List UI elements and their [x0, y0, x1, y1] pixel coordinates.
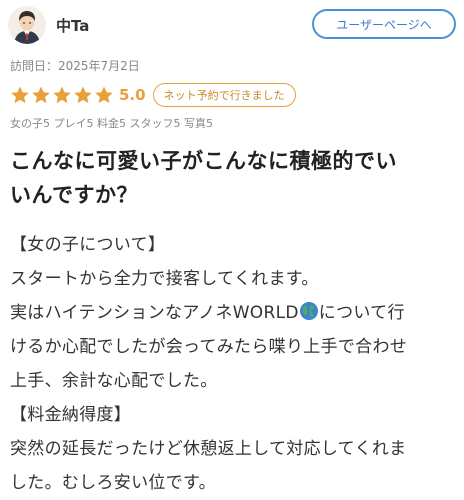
username[interactable]: 中Ta [56, 15, 89, 36]
review-line: 上手、余計な心配でした。 [10, 371, 218, 391]
visit-date: 訪問日：2025年7月2日 [10, 59, 140, 73]
review-title-line: こんなに可愛い子がこんなに積極的でい [10, 149, 397, 173]
review-line-text: 実はハイテンションなアノネWORLD [10, 303, 299, 323]
user-page-button[interactable]: ユーザーページへ [312, 9, 456, 39]
user-avatar[interactable] [8, 6, 46, 44]
star-icon [74, 86, 92, 104]
star-icon [53, 86, 71, 104]
star-icon [32, 86, 50, 104]
globe-icon [299, 302, 318, 320]
star-rating [10, 85, 115, 105]
review-header: 中Ta ユーザーページへ [8, 6, 456, 46]
avatar-person-icon [8, 6, 46, 44]
review-body: 【女の子について】 スタートから全力で接客してくれます。 実はハイテンションなア… [10, 228, 454, 500]
star-icon [11, 86, 29, 104]
review-title-line: いんですか？ [10, 183, 138, 207]
review-line: スタートから全力で接客してくれます。 [10, 269, 319, 289]
net-reservation-badge: ネット予約で行きました [152, 83, 296, 107]
rating-score: 5.0 [119, 86, 146, 104]
star-icon [95, 86, 113, 104]
sub-scores: 女の子5 プレイ5 料金5 スタッフ5 写真5 [10, 117, 213, 130]
review-line: 【料金納得度】 [10, 405, 132, 425]
review-line: 突然の延長だったけど休憩返上して対応してくれま [10, 439, 407, 459]
review-title: こんなに可愛い子がこんなに積極的でい いんですか？ [10, 144, 450, 212]
review-line: けるか心配でしたが会ってみたら喋り上手で合わせ [10, 337, 408, 357]
review-line: 実はハイテンションなアノネWORLD について行 [10, 296, 454, 330]
rating-row: 5.0 ネット予約で行きました [10, 82, 296, 108]
review-line: した。むしろ安い位です。 [10, 473, 216, 493]
review-line-text: について行 [318, 303, 405, 323]
review-line: 【女の子について】 [10, 235, 166, 255]
